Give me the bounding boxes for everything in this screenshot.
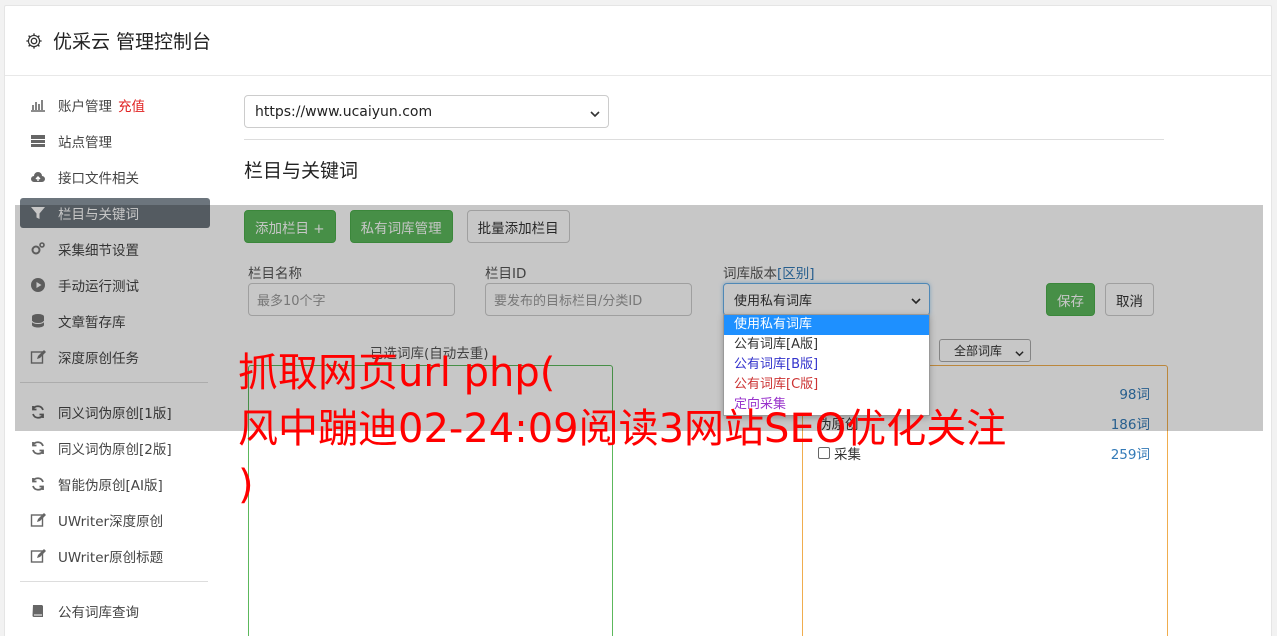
- watermark-line: 抓取网页url php(: [238, 350, 556, 396]
- sidebar-item-synonym-v2[interactable]: 同义词伪原创[2版]: [20, 433, 210, 463]
- gear-icon: [25, 32, 43, 50]
- sidebar-item-label: 公有词库查询: [58, 605, 139, 621]
- watermark-text: 抓取网页url php( 风中蹦迪02-24:09阅读3网站SEO优化关注 ): [238, 345, 1058, 513]
- sidebar-item-account[interactable]: 账户管理 充值: [20, 90, 210, 120]
- edit-icon: [30, 512, 46, 528]
- main-content: https://www.ucaiyun.com 栏目与关键词: [244, 95, 1164, 183]
- sidebar-divider: [20, 581, 208, 582]
- edit-icon: [30, 548, 46, 564]
- watermark-line: ): [238, 462, 254, 508]
- section-title: 栏目与关键词: [244, 160, 359, 182]
- recharge-link[interactable]: 充值: [118, 95, 145, 115]
- sidebar-item-uwriter-deep[interactable]: UWriter深度原创: [20, 505, 210, 535]
- sidebar-item-public-lib[interactable]: 公有词库查询: [20, 596, 210, 626]
- dropdown-option[interactable]: 使用私有词库: [724, 315, 929, 335]
- bar-chart-icon: [30, 97, 46, 113]
- book-icon: [30, 603, 46, 619]
- cloud-upload-icon: [30, 169, 46, 185]
- chevron-down-icon: [590, 107, 600, 118]
- sidebar-item-label: 账户管理: [58, 99, 112, 115]
- sidebar-item-label: 站点管理: [58, 135, 112, 151]
- refresh-icon: [30, 476, 46, 492]
- sidebar-item-label: 同义词伪原创[2版]: [58, 442, 172, 458]
- sidebar-item-label: UWriter深度原创: [58, 514, 164, 530]
- sidebar-item-label: UWriter原创标题: [58, 550, 164, 566]
- console-header: 优采云 管理控制台: [5, 6, 1271, 76]
- divider: [244, 139, 1164, 140]
- refresh-icon: [30, 440, 46, 456]
- site-select-value: https://www.ucaiyun.com: [255, 103, 433, 120]
- lib-row-count: 259词: [1110, 447, 1150, 463]
- sidebar-item-sites[interactable]: 站点管理: [20, 126, 210, 156]
- sidebar-item-interface[interactable]: 接口文件相关: [20, 162, 210, 192]
- sidebar-item-uwriter-title[interactable]: UWriter原创标题: [20, 541, 210, 571]
- sidebar-item-label: 智能伪原创[AI版]: [58, 478, 163, 494]
- watermark-line: 风中蹦迪02-24:09阅读3网站SEO优化关注: [238, 406, 1007, 452]
- sidebar-item-label: 接口文件相关: [58, 171, 139, 187]
- page: 优采云 管理控制台 账户管理 充值 站点管理 接口文件相关 栏目与关键词 采集细…: [0, 0, 1277, 636]
- site-select[interactable]: https://www.ucaiyun.com: [244, 95, 609, 128]
- page-title: 优采云 管理控制台: [53, 31, 212, 53]
- sidebar-item-ai-rewrite[interactable]: 智能伪原创[AI版]: [20, 469, 210, 499]
- server-icon: [30, 133, 46, 149]
